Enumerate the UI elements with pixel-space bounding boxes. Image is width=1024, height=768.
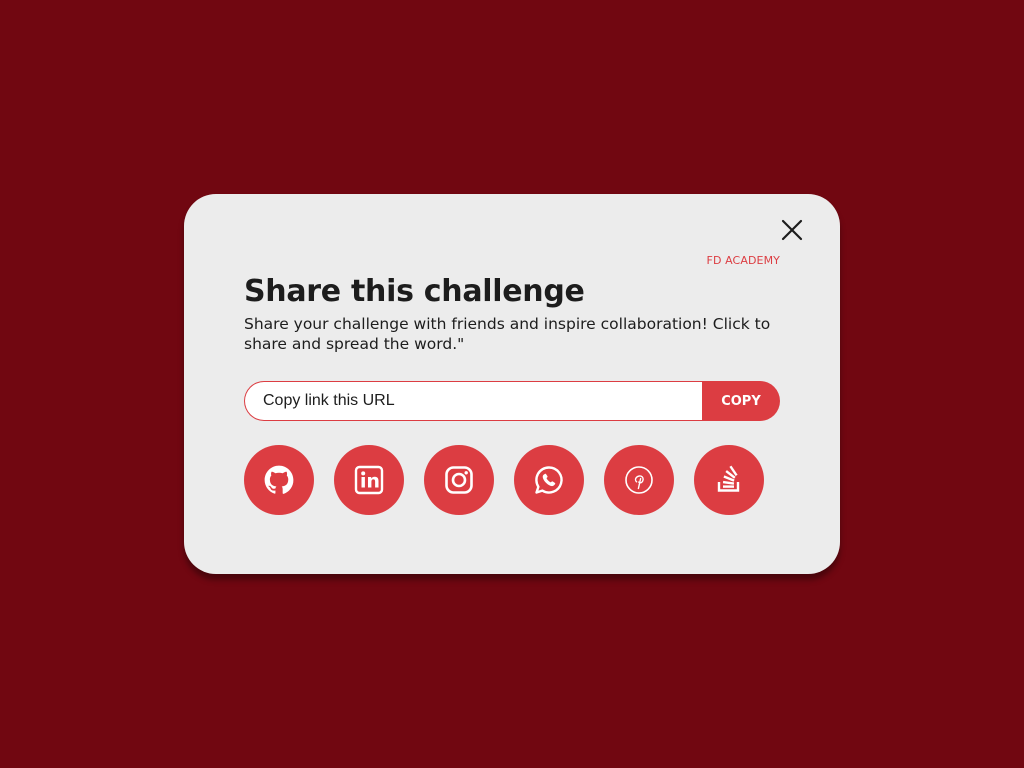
- stackoverflow-icon: [717, 465, 740, 492]
- close-icon: [781, 219, 803, 241]
- modal-title: Share this challenge: [244, 274, 585, 309]
- linkedin-icon: [354, 465, 384, 495]
- share-pinterest-button[interactable]: [604, 445, 674, 515]
- share-instagram-button[interactable]: [424, 445, 494, 515]
- pinterest-icon: [625, 466, 653, 494]
- link-url-input[interactable]: [244, 381, 702, 421]
- social-share-list: [244, 445, 764, 515]
- copy-button[interactable]: COPY: [702, 381, 780, 421]
- modal-subtitle: Share your challenge with friends and in…: [244, 315, 771, 353]
- copy-link-row: COPY: [244, 381, 780, 421]
- brand-label: FD ACADEMY: [706, 254, 780, 267]
- share-stackoverflow-button[interactable]: [694, 445, 764, 515]
- github-icon: [264, 465, 294, 494]
- close-button[interactable]: [780, 218, 804, 242]
- share-linkedin-button[interactable]: [334, 445, 404, 515]
- whatsapp-icon: [535, 466, 563, 494]
- share-github-button[interactable]: [244, 445, 314, 515]
- instagram-icon: [445, 466, 473, 494]
- share-modal: FD ACADEMY Share this challenge Share yo…: [184, 194, 840, 574]
- share-whatsapp-button[interactable]: [514, 445, 584, 515]
